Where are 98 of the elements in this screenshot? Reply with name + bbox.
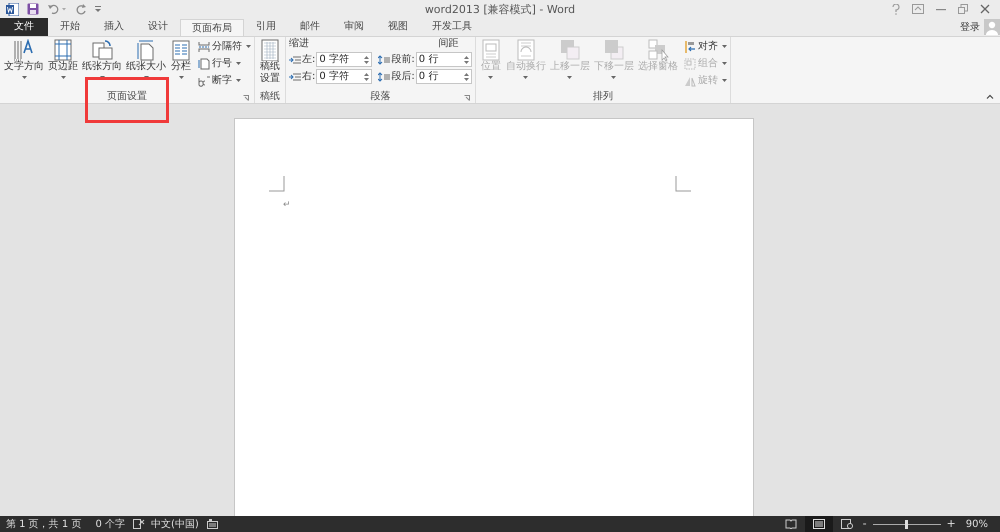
proofing-icon[interactable]	[133, 519, 145, 529]
zoom-out-button[interactable]: -	[860, 519, 869, 529]
group-label: 页面设置	[107, 90, 147, 104]
indent-icon	[289, 54, 301, 64]
ribbon-tab[interactable]: 引用	[244, 18, 288, 36]
section-heading: 缩进	[289, 38, 310, 50]
dropdown-caret-icon	[611, 76, 616, 79]
status-text: 第 1 页，共 1 页	[6, 518, 82, 532]
text-direction-icon	[13, 39, 35, 61]
dialog-launcher-icon[interactable]	[464, 95, 470, 101]
spinner-arrows-icon	[364, 54, 370, 64]
sign-in-link[interactable]: 登录	[960, 20, 980, 34]
dropdown-caret-icon	[236, 62, 241, 65]
ribbon-tab[interactable]: 页面布局	[180, 19, 244, 37]
hyphenation-icon	[198, 74, 210, 86]
field-label: 左:	[302, 53, 316, 67]
dropdown-caret-icon	[722, 79, 727, 82]
section-heading: 间距	[437, 38, 460, 50]
text-wrap-icon	[514, 39, 537, 61]
spinner-arrows-icon	[364, 72, 370, 82]
align-icon	[684, 40, 696, 52]
send-backward-icon	[602, 39, 625, 61]
dropdown-caret-icon	[22, 76, 26, 79]
dropdown-caret-icon	[567, 76, 572, 79]
ribbon-button[interactable]: 分隔符	[198, 39, 251, 54]
manuscript-paper-icon	[259, 39, 281, 61]
orientation-icon	[91, 39, 113, 61]
margin-corner-icon	[269, 176, 285, 192]
word-logo-icon[interactable]	[6, 2, 19, 16]
zoom-in-button[interactable]: +	[944, 519, 958, 529]
dropdown-caret-icon	[100, 76, 104, 79]
group-label: 排列	[592, 90, 613, 104]
field-label: 段前:	[391, 53, 415, 67]
status-text: 0 个字	[95, 518, 125, 532]
dropdown-caret-icon	[523, 76, 528, 79]
selection-pane-icon	[646, 39, 669, 61]
line-numbers-icon	[198, 58, 210, 70]
ribbon-button[interactable]: 断字	[198, 73, 251, 88]
undo-icon[interactable]	[47, 3, 67, 15]
web-layout-icon[interactable]	[840, 519, 853, 529]
dropdown-caret-icon	[236, 79, 241, 82]
ribbon-button[interactable]: 对齐	[684, 39, 727, 54]
ribbon-button[interactable]: 纸张大小	[125, 39, 167, 89]
rotate-icon	[684, 74, 696, 86]
dropdown-caret-icon	[722, 62, 727, 65]
indent-icon	[289, 72, 301, 82]
ribbon-tab[interactable]: 审阅	[332, 18, 376, 36]
ribbon-tab[interactable]: 设计	[136, 18, 180, 36]
status-text: 中文(中国)	[151, 518, 199, 532]
spin-box[interactable]: 0 字符	[316, 52, 372, 67]
spin-box[interactable]: 0 行	[416, 52, 472, 67]
picture-position-icon	[480, 39, 502, 61]
spacing-icon	[378, 72, 390, 82]
spin-box[interactable]: 0 行	[416, 69, 472, 84]
dropdown-caret-icon	[144, 76, 148, 79]
bring-forward-icon	[558, 39, 581, 61]
field-label: 段后:	[391, 70, 415, 84]
dropdown-caret-icon	[722, 45, 727, 48]
print-layout-icon[interactable]	[812, 519, 825, 529]
macro-record-icon[interactable]	[206, 519, 218, 529]
ribbon-tab[interactable]: 文件	[0, 18, 48, 36]
margin-corner-icon	[675, 176, 691, 192]
group-objects-icon	[684, 58, 696, 70]
dropdown-caret-icon	[246, 45, 251, 48]
ribbon-tab[interactable]: 开始	[48, 18, 92, 36]
spinner-arrows-icon	[464, 54, 469, 64]
window-title: word2013 [兼容模式] - Word	[424, 3, 576, 16]
spin-box[interactable]: 0 字符	[316, 69, 372, 84]
ribbon-button[interactable]: 纸张方向	[81, 39, 123, 89]
collapse-ribbon-icon[interactable]	[986, 94, 994, 99]
dropdown-caret-icon	[178, 76, 184, 79]
redo-icon[interactable]	[75, 3, 87, 15]
ribbon-button[interactable]: 行号	[198, 56, 251, 71]
margins-icon	[52, 39, 74, 61]
group-label: 段落	[370, 90, 390, 104]
spinner-arrows-icon	[464, 72, 469, 82]
close-icon[interactable]	[980, 4, 990, 14]
save-icon[interactable]	[27, 3, 39, 15]
dropdown-caret-icon	[488, 76, 494, 79]
ribbon-tab[interactable]: 邮件	[288, 18, 332, 36]
customize-toolbar-icon[interactable]	[95, 5, 101, 13]
ribbon-tab[interactable]: 视图	[376, 18, 420, 36]
columns-icon	[170, 39, 192, 61]
ribbon-button[interactable]: 分栏	[169, 39, 193, 89]
ribbon-tab[interactable]: 插入	[92, 18, 136, 36]
ribbon-button[interactable]: 文字方向	[3, 39, 45, 89]
ribbon-button[interactable]: 页边距	[47, 39, 79, 89]
dialog-launcher-icon[interactable]	[243, 95, 249, 101]
dropdown-caret-icon	[60, 76, 66, 79]
group-label: 稿纸	[260, 90, 280, 104]
zoom-level[interactable]: 90%	[966, 516, 988, 532]
read-mode-icon[interactable]	[784, 519, 797, 529]
paragraph-mark: ↵	[283, 199, 291, 212]
ribbon-tab[interactable]: 开发工具	[420, 18, 484, 36]
spacing-icon	[378, 54, 390, 64]
section-break-icon	[198, 40, 210, 52]
ribbon-button[interactable]: 稿纸设置	[258, 39, 282, 89]
field-label: 右:	[302, 70, 316, 84]
